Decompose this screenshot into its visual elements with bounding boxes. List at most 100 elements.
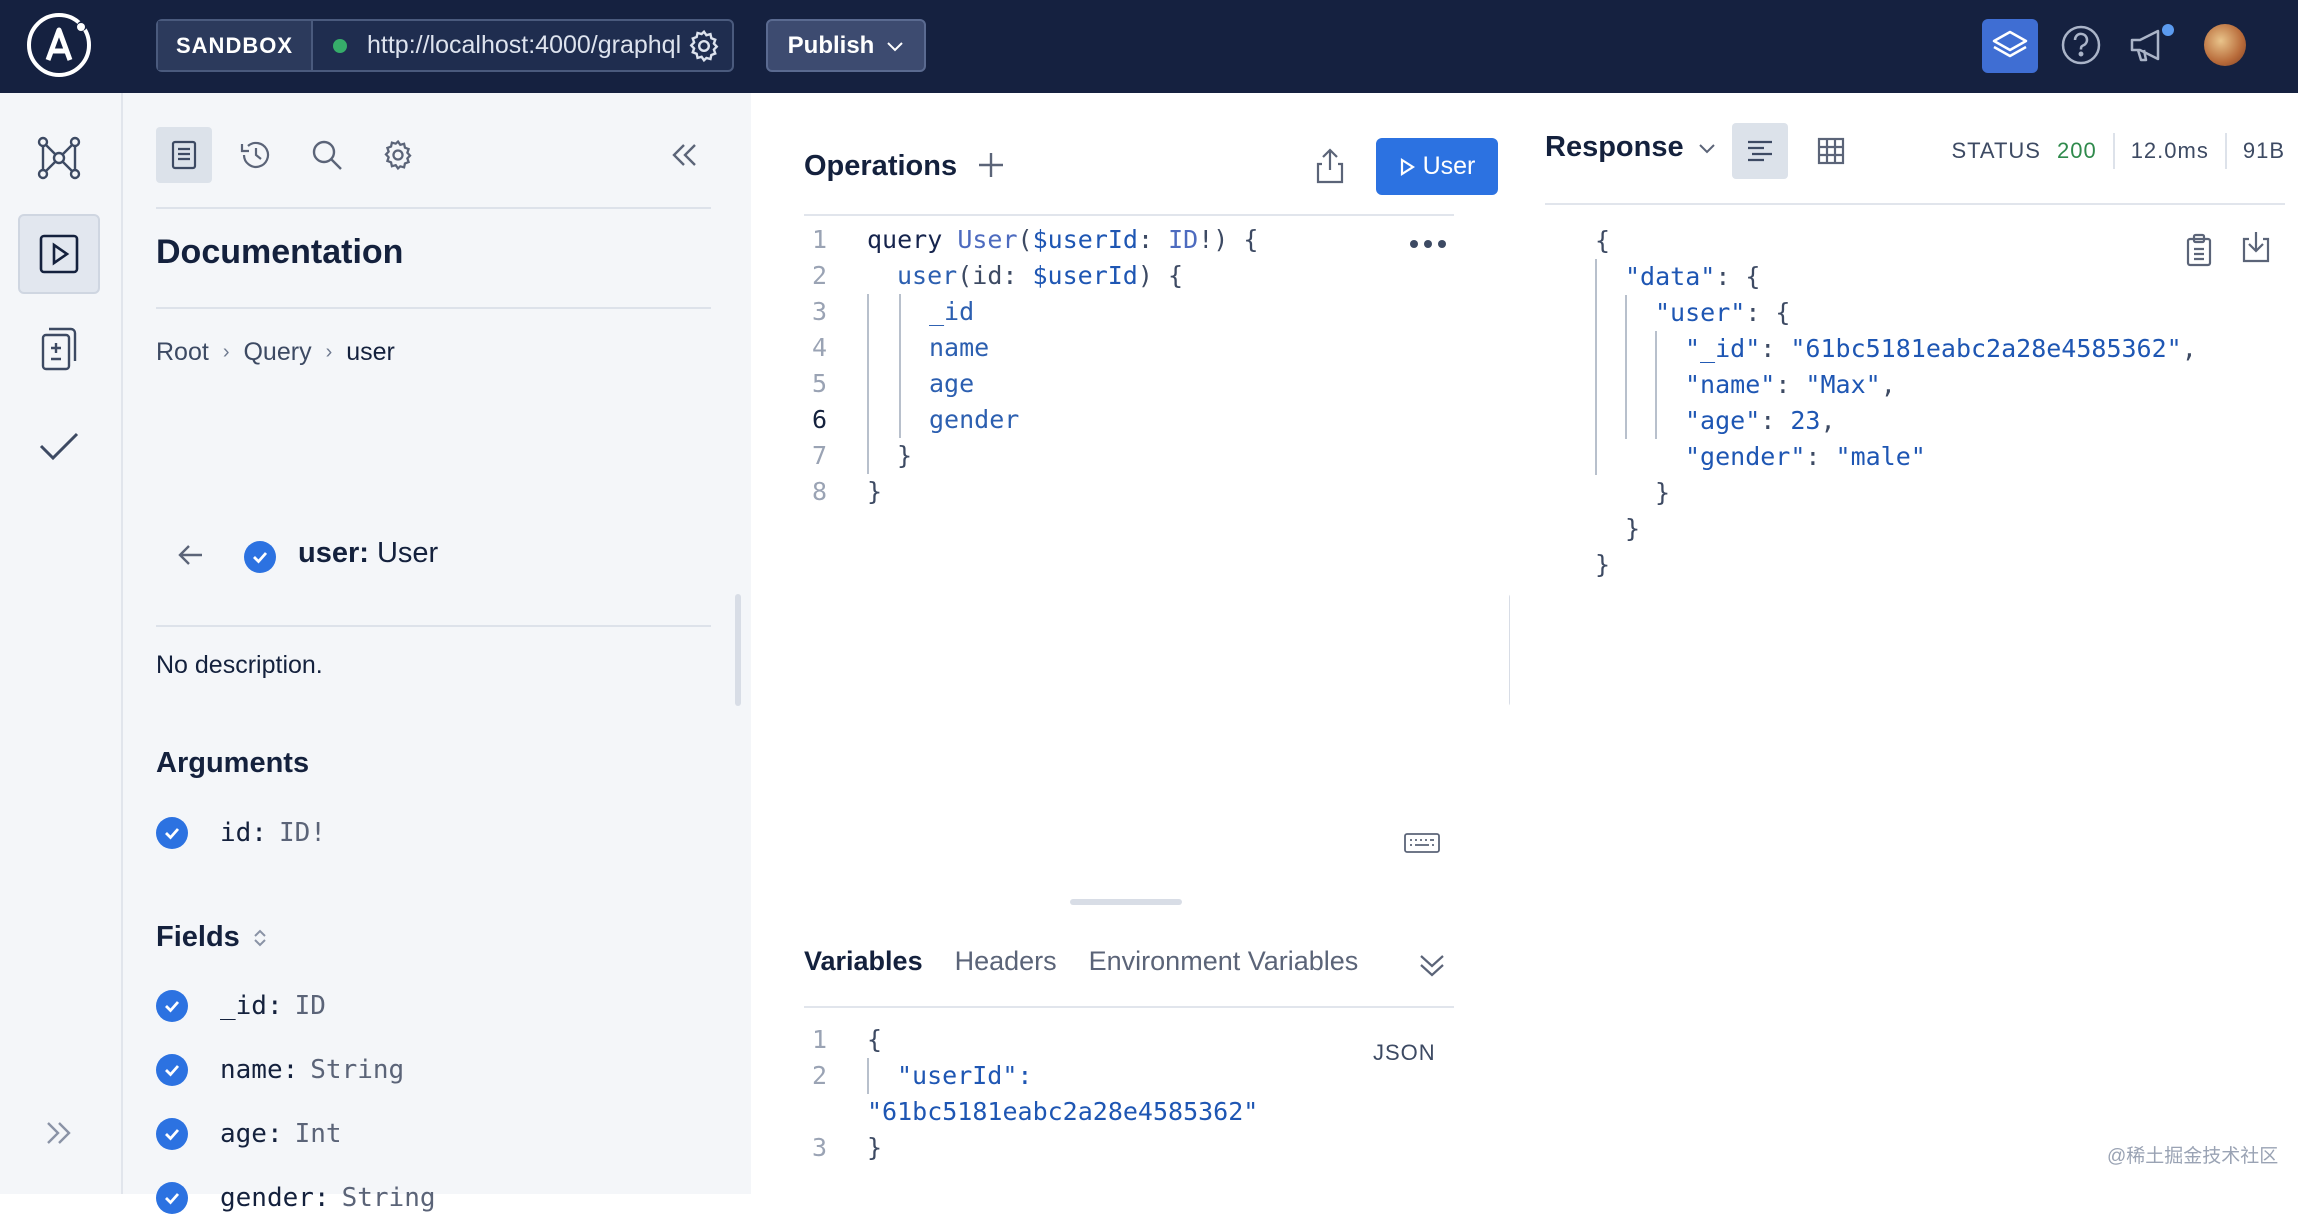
code-field: gender	[929, 405, 1020, 434]
argument-type[interactable]: ID!	[279, 818, 326, 848]
layers-icon[interactable]	[1982, 19, 2038, 73]
tab-variables[interactable]: Variables	[804, 946, 923, 977]
back-arrow-icon[interactable]	[176, 541, 204, 569]
settings-gear-icon[interactable]	[370, 127, 426, 183]
json-brace: }	[1655, 478, 1671, 507]
breadcrumb-root[interactable]: Root	[156, 338, 209, 367]
line-number: 2	[811, 1061, 827, 1090]
response-header: Response STATUS 200 12.0ms 91B	[1545, 123, 2285, 205]
code-brace: }	[867, 477, 883, 506]
apollo-logo-icon[interactable]	[26, 12, 92, 78]
operation-editor[interactable]: 1 2 3 4 5 6 7 8 query User($userId: ID!)…	[787, 222, 1427, 642]
code-field: age	[929, 369, 975, 398]
variables-editor[interactable]: 1 2 3 { "userId": "61bc5181eabc2a28e4585…	[787, 1022, 1427, 1192]
field-checkbox[interactable]	[156, 1054, 188, 1086]
field-type[interactable]: String	[342, 1183, 436, 1213]
json-line: "_id": "61bc5181eabc2a28e4585362",	[1685, 334, 2197, 363]
field-row[interactable]: _id: ID	[156, 990, 326, 1022]
field-row[interactable]: age: Int	[156, 1118, 342, 1150]
field-type[interactable]: ID	[295, 991, 326, 1021]
breadcrumb-query[interactable]: Query	[243, 338, 311, 367]
field-checkbox[interactable]	[156, 990, 188, 1022]
add-tab-plus-icon[interactable]	[976, 150, 1006, 180]
indent-guide	[899, 294, 901, 438]
collapse-panel-icon[interactable]	[656, 127, 712, 183]
page-title: Documentation	[156, 233, 404, 271]
field-type[interactable]: Int	[295, 1119, 342, 1149]
indent-guide	[867, 294, 869, 474]
line-number: 1	[811, 1025, 827, 1054]
schema-graph-icon[interactable]	[18, 118, 100, 198]
json-value: "Max"	[1805, 370, 1881, 399]
code-field: name	[929, 333, 990, 362]
json-brace: }	[1625, 514, 1641, 543]
indent-guide	[867, 1058, 869, 1094]
schema-diff-icon[interactable]	[18, 309, 100, 389]
line-number: 3	[811, 297, 827, 326]
status-code: 200	[2056, 138, 2097, 163]
left-nav-rail	[0, 93, 123, 1194]
line-number: 5	[811, 369, 827, 398]
code-type: ID	[1168, 225, 1199, 254]
operations-header: Operations User	[804, 128, 1498, 216]
field-name: user:	[298, 537, 369, 569]
collapse-chevron-icon[interactable]	[1417, 950, 1447, 980]
document-icon[interactable]	[156, 127, 212, 183]
code-brace: {	[867, 1025, 883, 1054]
breadcrumb: Root › Query › user	[156, 338, 395, 367]
field-name: _id:	[220, 991, 283, 1021]
search-icon[interactable]	[299, 127, 355, 183]
indent-guide	[1625, 295, 1627, 439]
code-keyword: query	[867, 225, 943, 254]
help-icon[interactable]	[2060, 24, 2102, 66]
chevron-down-icon	[886, 40, 904, 52]
user-avatar[interactable]	[2204, 24, 2246, 66]
operations-panel: Operations User 1 2 3 4 5 6 7 8 query Us…	[757, 110, 1498, 887]
variables-panel: Variables Headers Environment Variables …	[757, 922, 1498, 1194]
field-type-link[interactable]: User	[377, 537, 438, 569]
sandbox-label: SANDBOX	[158, 21, 314, 70]
field-checkbox[interactable]	[156, 1182, 188, 1214]
tab-environment-variables[interactable]: Environment Variables	[1089, 946, 1359, 977]
explorer-play-icon[interactable]	[18, 214, 100, 294]
tab-headers[interactable]: Headers	[955, 946, 1057, 977]
code-field: user	[897, 261, 958, 290]
text-view-icon[interactable]	[1732, 123, 1788, 179]
share-icon[interactable]	[1314, 146, 1346, 186]
field-name: gender:	[220, 1183, 330, 1213]
response-viewer[interactable]: { "data": { "user": { "_id": "61bc5181ea…	[1595, 223, 2275, 703]
publish-label: Publish	[787, 31, 875, 59]
editor-variables-resize-handle[interactable]	[1070, 899, 1182, 905]
endpoint-url-input[interactable]: http://localhost:4000/graphql	[367, 31, 686, 60]
field-selected-checkbox[interactable]	[244, 541, 276, 573]
docs-resize-handle[interactable]	[735, 594, 741, 706]
response-size: 91B	[2242, 138, 2285, 163]
table-view-icon[interactable]	[1803, 123, 1859, 179]
field-row[interactable]: name: String	[156, 1054, 404, 1086]
response-panel: Response STATUS 200 12.0ms 91B { "data":…	[1510, 93, 2298, 1194]
field-checkbox[interactable]	[156, 1118, 188, 1150]
argument-checkbox[interactable]	[156, 817, 188, 849]
response-title[interactable]: Response	[1545, 131, 1716, 164]
line-number: 4	[811, 333, 827, 362]
run-operation-button[interactable]: User	[1376, 138, 1498, 195]
line-number: 3	[811, 1133, 827, 1162]
field-type[interactable]: String	[310, 1055, 404, 1085]
watermark: @稀土掘金技术社区	[2107, 1146, 2279, 1167]
checks-icon[interactable]	[18, 406, 100, 486]
publish-button[interactable]: Publish	[766, 19, 926, 72]
field-row[interactable]: gender: String	[156, 1182, 436, 1214]
keyboard-shortcuts-icon[interactable]	[1404, 832, 1440, 854]
announcement-megaphone-icon[interactable]	[2128, 24, 2176, 66]
status-label: STATUS	[1951, 138, 2041, 163]
line-number: 1	[811, 225, 827, 254]
double-chevron-right-icon[interactable]	[18, 1093, 100, 1173]
argument-row[interactable]: id: ID!	[156, 817, 326, 849]
sort-icon[interactable]	[252, 927, 268, 949]
connection-status-icon	[333, 38, 348, 53]
json-key: "data"	[1625, 262, 1716, 291]
connection-settings-gear-icon[interactable]	[686, 28, 722, 64]
operations-title: Operations	[804, 150, 958, 182]
history-icon[interactable]	[228, 127, 284, 183]
field-heading: user: User	[298, 537, 438, 570]
